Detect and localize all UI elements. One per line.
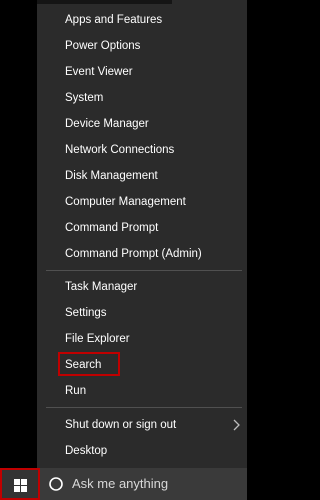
menu-item-command-prompt-admin[interactable]: Command Prompt (Admin)	[65, 243, 202, 265]
menu-top-strip	[37, 0, 172, 4]
taskbar-search-box[interactable]: Ask me anything	[40, 468, 247, 500]
menu-item-run[interactable]: Run	[65, 380, 86, 402]
windows-logo-icon	[14, 479, 27, 492]
menu-item-computer-management[interactable]: Computer Management	[65, 191, 186, 213]
cortana-circle-icon	[49, 477, 63, 491]
menu-separator	[46, 270, 242, 271]
screen: Apps and Features Power Options Event Vi…	[0, 0, 247, 500]
menu-item-command-prompt[interactable]: Command Prompt	[65, 217, 158, 239]
menu-item-system[interactable]: System	[65, 87, 103, 109]
chevron-right-icon	[233, 419, 240, 431]
menu-item-shut-down-or-sign-out[interactable]: Shut down or sign out	[65, 414, 176, 436]
search-highlight-box	[58, 352, 120, 376]
menu-item-file-explorer[interactable]: File Explorer	[65, 328, 130, 350]
menu-item-apps-and-features[interactable]: Apps and Features	[65, 9, 162, 31]
menu-item-task-manager[interactable]: Task Manager	[65, 276, 137, 298]
menu-item-power-options[interactable]: Power Options	[65, 35, 140, 57]
menu-item-network-connections[interactable]: Network Connections	[65, 139, 174, 161]
search-placeholder: Ask me anything	[72, 476, 169, 491]
menu-item-disk-management[interactable]: Disk Management	[65, 165, 158, 187]
start-button[interactable]	[0, 468, 40, 500]
menu-item-desktop[interactable]: Desktop	[65, 440, 107, 462]
menu-separator	[46, 407, 242, 408]
menu-item-event-viewer[interactable]: Event Viewer	[65, 61, 133, 83]
menu-item-device-manager[interactable]: Device Manager	[65, 113, 149, 135]
menu-item-settings[interactable]: Settings	[65, 302, 107, 324]
